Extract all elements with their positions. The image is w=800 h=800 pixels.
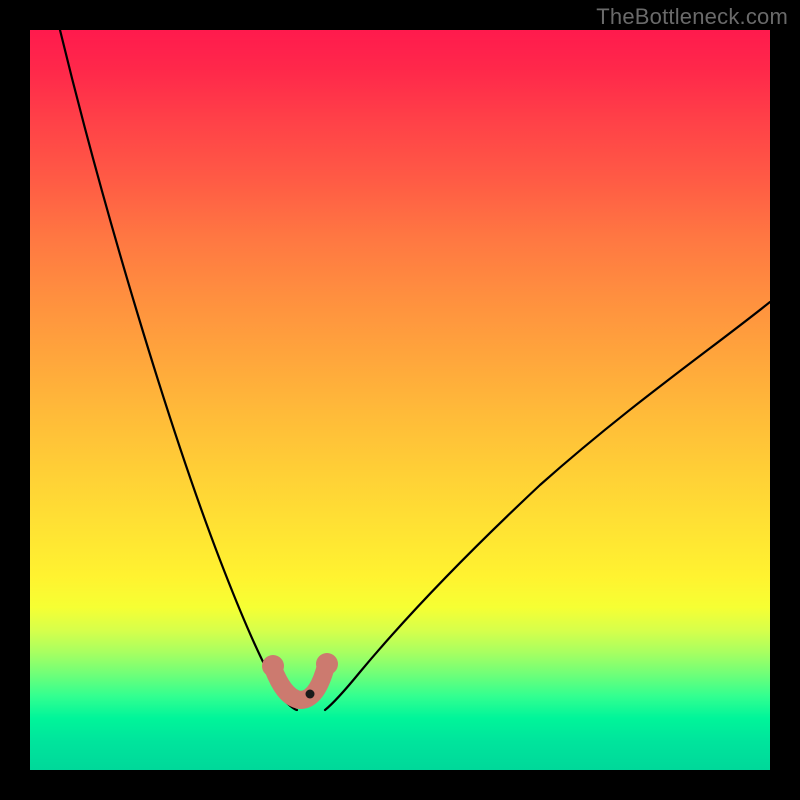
valley-highlight-left-dot [262, 655, 284, 677]
watermark-text: TheBottleneck.com [596, 4, 788, 30]
left-curve [60, 30, 297, 710]
valley-center-dot [306, 690, 315, 699]
valley-highlight-right-dot [316, 653, 338, 675]
right-curve [325, 302, 770, 710]
chart-frame [30, 30, 770, 770]
chart-svg [30, 30, 770, 770]
